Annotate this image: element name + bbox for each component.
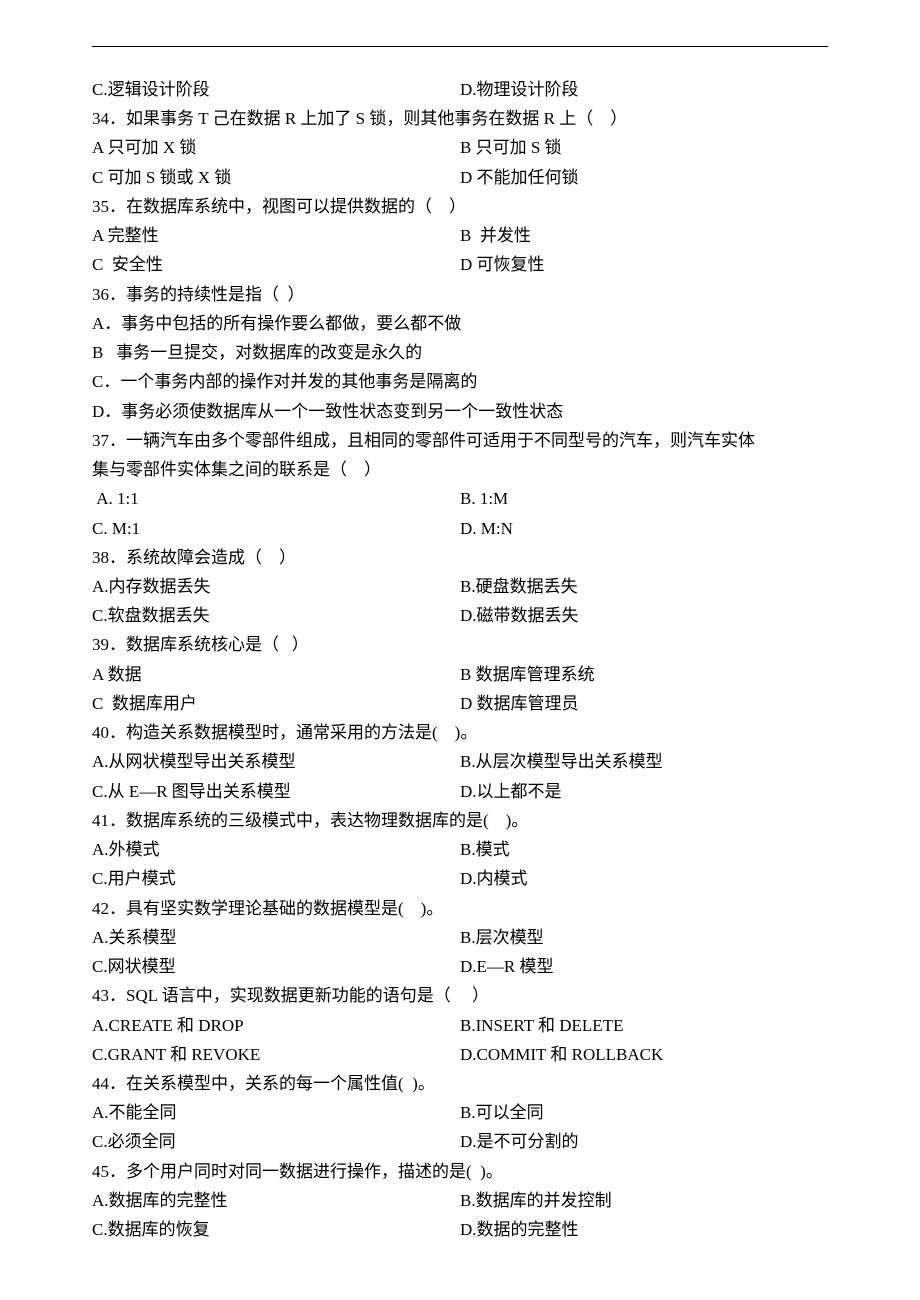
q38-a: A.内存数据丢失 xyxy=(92,572,460,601)
q45-b: B.数据库的并发控制 xyxy=(460,1186,828,1215)
q34-stem: 34．如果事务 T 己在数据 R 上加了 S 锁，则其他事务在数据 R 上（ ） xyxy=(92,104,828,133)
q35-d: D 可恢复性 xyxy=(460,250,828,279)
q45-row2: C.数据库的恢复 D.数据的完整性 xyxy=(92,1215,828,1244)
q44-d: D.是不可分割的 xyxy=(460,1127,828,1156)
q38-row1: A.内存数据丢失 B.硬盘数据丢失 xyxy=(92,572,828,601)
q39-row2: C 数据库用户 D 数据库管理员 xyxy=(92,689,828,718)
q40-a: A.从网状模型导出关系模型 xyxy=(92,747,460,776)
q36-stem: 36．事务的持续性是指（ ） xyxy=(92,280,828,309)
q44-row1: A.不能全同 B.可以全同 xyxy=(92,1098,828,1127)
q41-c: C.用户模式 xyxy=(92,864,460,893)
q34-row2: C 可加 S 锁或 X 锁 D 不能加任何锁 xyxy=(92,163,828,192)
q37-row1: A. 1:1 B. 1:M xyxy=(92,484,828,513)
q42-stem: 42．具有坚实数学理论基础的数据模型是( )。 xyxy=(92,894,828,923)
q43-c: C.GRANT 和 REVOKE xyxy=(92,1040,460,1069)
q36-d: D．事务必须使数据库从一个一致性状态变到另一个一致性状态 xyxy=(92,397,828,426)
q38-stem: 38．系统故障会造成（ ） xyxy=(92,543,828,572)
q40-c: C.从 E—R 图导出关系模型 xyxy=(92,777,460,806)
q37-stem1: 37．一辆汽车由多个零部件组成，且相同的零部件可适用于不同型号的汽车，则汽车实体 xyxy=(92,426,828,455)
q43-row2: C.GRANT 和 REVOKE D.COMMIT 和 ROLLBACK xyxy=(92,1040,828,1069)
q42-a: A.关系模型 xyxy=(92,923,460,952)
q35-c: C 安全性 xyxy=(92,250,460,279)
q44-b: B.可以全同 xyxy=(460,1098,828,1127)
q36-a: A．事务中包括的所有操作要么都做，要么都不做 xyxy=(92,309,828,338)
q43-row1: A.CREATE 和 DROP B.INSERT 和 DELETE xyxy=(92,1011,828,1040)
q35-b: B 并发性 xyxy=(460,221,828,250)
q34-b: B 只可加 S 锁 xyxy=(460,133,828,162)
q38-row2: C.软盘数据丢失 D.磁带数据丢失 xyxy=(92,601,828,630)
q39-stem: 39．数据库系统核心是（ ） xyxy=(92,630,828,659)
q42-c: C.网状模型 xyxy=(92,952,460,981)
q42-b: B.层次模型 xyxy=(460,923,828,952)
q41-b: B.模式 xyxy=(460,835,828,864)
q40-row1: A.从网状模型导出关系模型 B.从层次模型导出关系模型 xyxy=(92,747,828,776)
q39-c: C 数据库用户 xyxy=(92,689,460,718)
q38-d: D.磁带数据丢失 xyxy=(460,601,828,630)
q37-d: D. M:N xyxy=(460,514,828,543)
q40-stem: 40．构造关系数据模型时，通常采用的方法是( )。 xyxy=(92,718,828,747)
q34-d: D 不能加任何锁 xyxy=(460,163,828,192)
q45-d: D.数据的完整性 xyxy=(460,1215,828,1244)
q41-a: A.外模式 xyxy=(92,835,460,864)
option-d: D.物理设计阶段 xyxy=(460,75,828,104)
prev-option-row: C.逻辑设计阶段 D.物理设计阶段 xyxy=(92,75,828,104)
option-c: C.逻辑设计阶段 xyxy=(92,75,460,104)
q43-a: A.CREATE 和 DROP xyxy=(92,1011,460,1040)
q40-b: B.从层次模型导出关系模型 xyxy=(460,747,828,776)
q37-stem2: 集与零部件实体集之间的联系是（ ） xyxy=(92,455,828,484)
q37-b: B. 1:M xyxy=(460,484,828,513)
q34-row1: A 只可加 X 锁 B 只可加 S 锁 xyxy=(92,133,828,162)
q35-row1: A 完整性 B 并发性 xyxy=(92,221,828,250)
q41-row2: C.用户模式 D.内模式 xyxy=(92,864,828,893)
q44-c: C.必须全同 xyxy=(92,1127,460,1156)
q41-d: D.内模式 xyxy=(460,864,828,893)
q42-row1: A.关系模型 B.层次模型 xyxy=(92,923,828,952)
q37-c: C. M:1 xyxy=(92,514,460,543)
q35-row2: C 安全性 D 可恢复性 xyxy=(92,250,828,279)
q39-a: A 数据 xyxy=(92,660,460,689)
page: C.逻辑设计阶段 D.物理设计阶段 34．如果事务 T 己在数据 R 上加了 S… xyxy=(0,0,920,1300)
q38-b: B.硬盘数据丢失 xyxy=(460,572,828,601)
q36-b: B 事务一旦提交，对数据库的改变是永久的 xyxy=(92,338,828,367)
q45-stem: 45．多个用户同时对同一数据进行操作，描述的是( )。 xyxy=(92,1157,828,1186)
q43-b: B.INSERT 和 DELETE xyxy=(460,1011,828,1040)
q44-a: A.不能全同 xyxy=(92,1098,460,1127)
q40-d: D.以上都不是 xyxy=(460,777,828,806)
q41-row1: A.外模式 B.模式 xyxy=(92,835,828,864)
q36-c: C．一个事务内部的操作对并发的其他事务是隔离的 xyxy=(92,367,828,396)
q43-d: D.COMMIT 和 ROLLBACK xyxy=(460,1040,828,1069)
q45-c: C.数据库的恢复 xyxy=(92,1215,460,1244)
q37-row2: C. M:1 D. M:N xyxy=(92,514,828,543)
q45-a: A.数据库的完整性 xyxy=(92,1186,460,1215)
q39-d: D 数据库管理员 xyxy=(460,689,828,718)
q41-stem: 41．数据库系统的三级模式中，表达物理数据库的是( )。 xyxy=(92,806,828,835)
q44-stem: 44．在关系模型中，关系的每一个属性值( )。 xyxy=(92,1069,828,1098)
q37-a: A. 1:1 xyxy=(92,484,460,513)
q42-row2: C.网状模型 D.E—R 模型 xyxy=(92,952,828,981)
q34-c: C 可加 S 锁或 X 锁 xyxy=(92,163,460,192)
top-rule xyxy=(92,46,828,47)
q38-c: C.软盘数据丢失 xyxy=(92,601,460,630)
q39-row1: A 数据 B 数据库管理系统 xyxy=(92,660,828,689)
q44-row2: C.必须全同 D.是不可分割的 xyxy=(92,1127,828,1156)
q43-stem: 43．SQL 语言中，实现数据更新功能的语句是（ ） xyxy=(92,981,828,1010)
q35-stem: 35．在数据库系统中，视图可以提供数据的（ ） xyxy=(92,192,828,221)
q34-a: A 只可加 X 锁 xyxy=(92,133,460,162)
q40-row2: C.从 E—R 图导出关系模型 D.以上都不是 xyxy=(92,777,828,806)
q45-row1: A.数据库的完整性 B.数据库的并发控制 xyxy=(92,1186,828,1215)
q42-d: D.E—R 模型 xyxy=(460,952,828,981)
q39-b: B 数据库管理系统 xyxy=(460,660,828,689)
q35-a: A 完整性 xyxy=(92,221,460,250)
